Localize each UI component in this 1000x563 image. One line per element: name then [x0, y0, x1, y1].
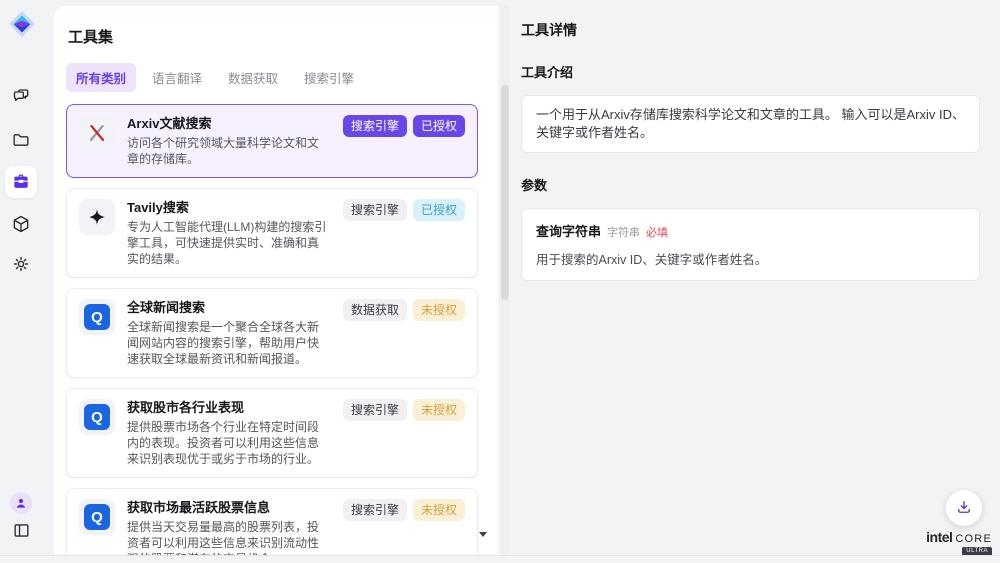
tool-name: Tavily搜索	[127, 199, 327, 216]
tool-description: 访问各个研究领域大量科学论文和文章的存储库。	[127, 135, 327, 167]
sidebar-item-chat[interactable]	[0, 82, 42, 112]
scrollbar-thumb[interactable]	[501, 85, 509, 300]
tool-description: 专为人工智能代理(LLM)构建的搜索引擎工具，可快速提供实时、准确和真实的结果。	[127, 219, 327, 267]
sidebar	[0, 0, 42, 563]
tool-card[interactable]: Arxiv文献搜索 访问各个研究领域大量科学论文和文章的存储库。 搜索引擎 已授…	[66, 104, 478, 178]
tool-description: 提供当天交易量最高的股票列表，投资者可以利用这些信息来识别流动性强的股票和潜在的…	[127, 519, 327, 555]
params-heading: 参数	[521, 175, 980, 194]
tab-search-engine[interactable]: 搜索引擎	[294, 63, 364, 92]
page-title: 工具集	[68, 26, 478, 47]
tool-card[interactable]: Q 全球新闻搜索 全球新闻搜索是一个聚合全球各大新闻网站内容的搜索引擎，帮助用户…	[66, 288, 478, 378]
folder-icon	[11, 130, 31, 153]
param-type: 字符串	[607, 224, 640, 240]
detail-title: 工具详情	[521, 20, 980, 40]
category-badge: 数据获取	[343, 299, 407, 321]
category-badge: 搜索引擎	[343, 199, 407, 221]
intro-card: 一个用于从Arxiv存储库搜索科学论文和文章的工具。 输入可以是Arxiv ID…	[521, 95, 980, 153]
tool-list-panel: 工具集 所有类别语言翻译数据获取搜索引擎 Arxiv文献搜索 访问各个研究领域大…	[54, 6, 498, 555]
tool-description: 提供股票市场各个行业在特定时间段内的表现。投资者可以利用这些信息来识别表现优于或…	[127, 419, 327, 467]
sidebar-item-tools[interactable]	[5, 166, 37, 198]
sidebar-item-settings[interactable]	[0, 250, 42, 280]
tool-list: Arxiv文献搜索 访问各个研究领域大量科学论文和文章的存储库。 搜索引擎 已授…	[66, 104, 478, 555]
tool-name: 全球新闻搜索	[127, 299, 327, 316]
auth-status-badge: 未授权	[413, 499, 465, 521]
tavily-star-icon	[79, 199, 115, 235]
brand-core: core	[955, 533, 992, 545]
tab-all-categories[interactable]: 所有类别	[66, 63, 136, 92]
arxiv-logo-icon	[79, 115, 115, 151]
auth-status-badge: 已授权	[413, 115, 465, 137]
tab-language-translation[interactable]: 语言翻译	[142, 63, 212, 92]
gear-icon	[11, 254, 31, 277]
tab-data-fetch[interactable]: 数据获取	[218, 63, 288, 92]
auth-status-badge: 未授权	[413, 399, 465, 421]
category-badge: 搜索引擎	[343, 115, 407, 137]
brand-intel: intel	[926, 529, 952, 545]
tool-name: 获取市场最活跃股票信息	[127, 499, 327, 516]
q-news-logo-icon: Q	[79, 499, 115, 535]
tool-card[interactable]: Q 获取市场最活跃股票信息 提供当天交易量最高的股票列表，投资者可以利用这些信息…	[66, 488, 478, 555]
intel-core-logo: intel core ultra	[922, 529, 992, 556]
q-news-logo-icon: Q	[79, 299, 115, 335]
param-required-badge: 必填	[646, 224, 668, 240]
param-card: 查询字符串 字符串 必填 用于搜索的Arxiv ID、关键字或作者姓名。	[521, 208, 980, 281]
toolbox-icon	[11, 171, 31, 194]
tool-card[interactable]: Q 获取股市各行业表现 提供股票市场各个行业在特定时间段内的表现。投资者可以利用…	[66, 388, 478, 478]
category-tabs: 所有类别语言翻译数据获取搜索引擎	[66, 63, 478, 92]
category-badge: 搜索引擎	[343, 499, 407, 521]
auth-status-badge: 未授权	[413, 299, 465, 321]
sidebar-collapse-button[interactable]	[0, 517, 42, 547]
tool-description: 全球新闻搜索是一个聚合全球各大新闻网站内容的搜索引擎，帮助用户快速获取全球最新资…	[127, 319, 327, 367]
panel-toggle-icon	[12, 521, 31, 543]
scroll-down-icon[interactable]	[479, 532, 487, 537]
tool-name: Arxiv文献搜索	[127, 115, 327, 132]
window-bottom-divider	[0, 555, 1000, 556]
q-news-logo-icon: Q	[79, 399, 115, 435]
cube-icon	[11, 214, 31, 237]
app-logo-icon	[7, 9, 37, 39]
tool-card[interactable]: Tavily搜索 专为人工智能代理(LLM)构建的搜索引擎工具，可快速提供实时、…	[66, 188, 478, 278]
sidebar-item-files[interactable]	[0, 126, 42, 156]
user-avatar-icon	[10, 492, 32, 514]
sidebar-item-models[interactable]	[0, 210, 42, 240]
intro-heading: 工具介绍	[521, 62, 980, 81]
auth-status-badge: 已授权	[413, 199, 465, 221]
param-description: 用于搜索的Arxiv ID、关键字或作者姓名。	[536, 249, 965, 268]
chat-icon	[11, 86, 31, 109]
user-avatar[interactable]	[0, 488, 42, 518]
tool-detail-panel: 工具详情 工具介绍 一个用于从Arxiv存储库搜索科学论文和文章的工具。 输入可…	[512, 0, 1000, 555]
intro-text: 一个用于从Arxiv存储库搜索科学论文和文章的工具。 输入可以是Arxiv ID…	[536, 106, 965, 142]
category-badge: 搜索引擎	[343, 399, 407, 421]
param-name: 查询字符串	[536, 221, 601, 240]
download-button[interactable]	[946, 490, 982, 526]
tool-name: 获取股市各行业表现	[127, 399, 327, 416]
download-icon	[955, 498, 973, 519]
